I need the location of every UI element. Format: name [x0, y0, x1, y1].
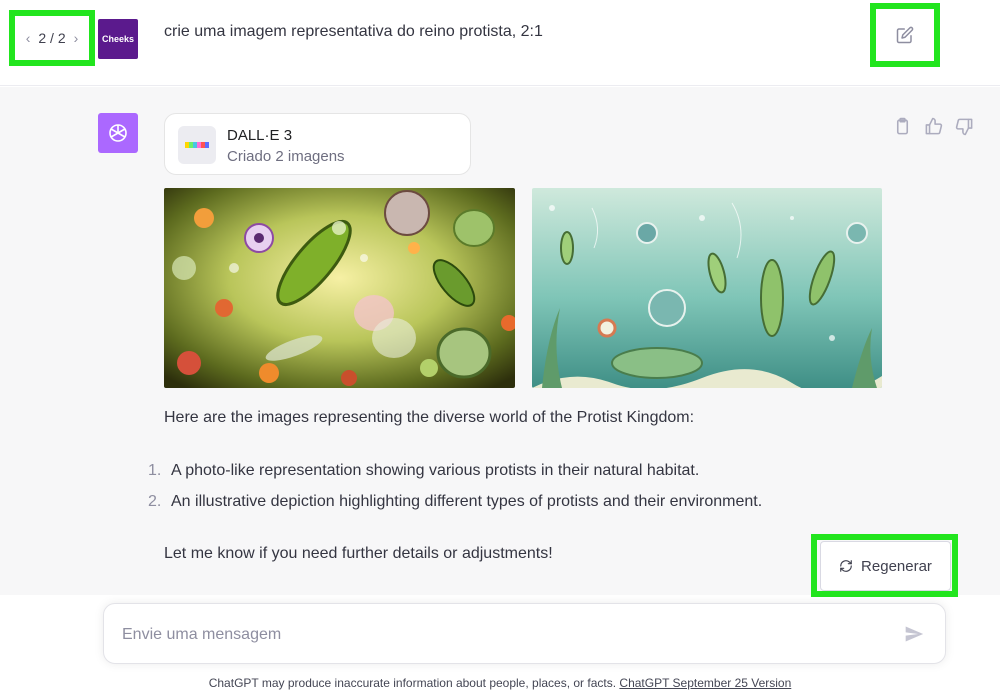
pager-label: 2 / 2: [38, 30, 66, 46]
regenerate-label: Regenerar: [861, 557, 932, 575]
dalle-thumb-icon: [178, 126, 216, 164]
response-outro: Let me know if you need further details …: [164, 545, 553, 562]
user-avatar: Cheeks: [98, 19, 138, 59]
send-button[interactable]: [904, 624, 926, 646]
protist-illustration-image[interactable]: [532, 188, 882, 388]
footer-disclaimer: ChatGPT may produce inaccurate informati…: [0, 676, 1000, 690]
footer-version-link[interactable]: ChatGPT September 25 Version: [619, 676, 791, 690]
list-item-number: 1.: [148, 462, 162, 479]
user-message-text: crie uma imagem representativa do reino …: [164, 23, 543, 40]
thumbs-down-icon[interactable]: [955, 117, 974, 136]
copy-icon[interactable]: [893, 117, 912, 136]
dalle-title: DALL·E 3: [227, 127, 293, 144]
refresh-icon: [840, 560, 852, 572]
user-message-row: [0, 0, 1000, 86]
edit-button[interactable]: [870, 3, 940, 67]
message-composer[interactable]: Envie uma mensagem: [103, 603, 946, 664]
dalle-tool-card[interactable]: DALL·E 3 Criado 2 imagens: [164, 113, 471, 175]
response-pager[interactable]: ‹ 2 / 2 ›: [9, 10, 95, 66]
message-actions: [893, 117, 974, 136]
message-input[interactable]: Envie uma mensagem: [122, 626, 281, 644]
chevron-right-icon[interactable]: ›: [74, 30, 79, 46]
protist-photo-like-image[interactable]: [164, 188, 515, 388]
list-item-number: 2.: [148, 493, 162, 510]
footer-text: ChatGPT may produce inaccurate informati…: [208, 676, 617, 690]
openai-logo-icon: [109, 124, 127, 142]
list-item: An illustrative depiction highlighting d…: [171, 493, 763, 510]
regenerate-button[interactable]: Regenerar: [820, 541, 951, 591]
thumbs-up-icon[interactable]: [924, 117, 943, 136]
response-intro: Here are the images representing the div…: [164, 409, 695, 426]
send-icon: [905, 626, 924, 642]
list-item: A photo-like representation showing vari…: [171, 462, 700, 479]
edit-icon: [896, 26, 914, 44]
dalle-subtitle: Criado 2 imagens: [227, 148, 345, 165]
chevron-left-icon[interactable]: ‹: [26, 30, 31, 46]
chatgpt-avatar: [98, 113, 138, 153]
